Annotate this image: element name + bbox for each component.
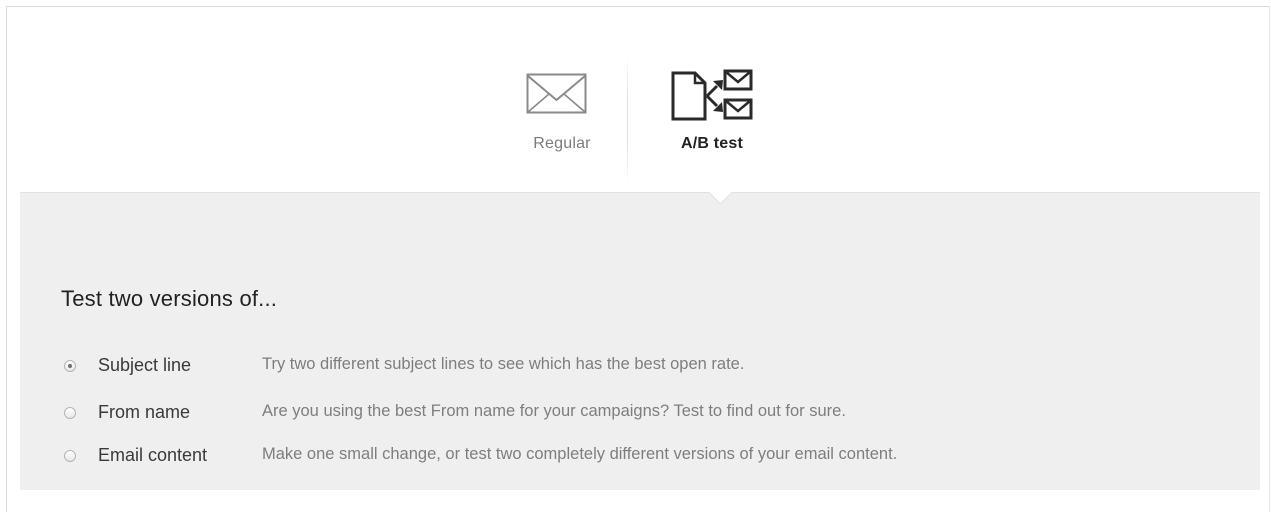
- from-name-radio[interactable]: [64, 407, 76, 419]
- campaign-type-ab-test-label: A/B test: [680, 135, 744, 152]
- email-content-description: Make one small change, or test two compl…: [262, 445, 898, 463]
- ab-split-icon: [671, 69, 753, 121]
- campaign-type-container: Regular A/B test Test two versions of...: [6, 6, 1270, 512]
- panel-title: Test two versions of...: [61, 286, 278, 311]
- subject-line-description: Try two different subject lines to see w…: [262, 355, 745, 373]
- subject-line-label: Subject line: [98, 355, 192, 375]
- subject-line-radio[interactable]: [64, 360, 76, 372]
- envelope-icon: [526, 73, 587, 114]
- option-email-content[interactable]: Email content Make one small change, or …: [64, 444, 1214, 470]
- type-divider: [627, 55, 628, 185]
- ab-test-options-panel: Test two versions of... Subject line Try…: [20, 180, 1260, 490]
- email-content-radio[interactable]: [64, 450, 76, 462]
- from-name-description: Are you using the best From name for you…: [262, 402, 846, 420]
- from-name-label: From name: [98, 402, 191, 422]
- option-subject-line[interactable]: Subject line Try two different subject l…: [64, 354, 1214, 380]
- campaign-type-regular-label: Regular: [533, 135, 591, 152]
- campaign-type-regular[interactable]: Regular: [512, 7, 612, 192]
- email-content-label: Email content: [98, 445, 208, 465]
- campaign-type-ab-test[interactable]: A/B test: [657, 7, 767, 192]
- option-from-name[interactable]: From name Are you using the best From na…: [64, 401, 1214, 427]
